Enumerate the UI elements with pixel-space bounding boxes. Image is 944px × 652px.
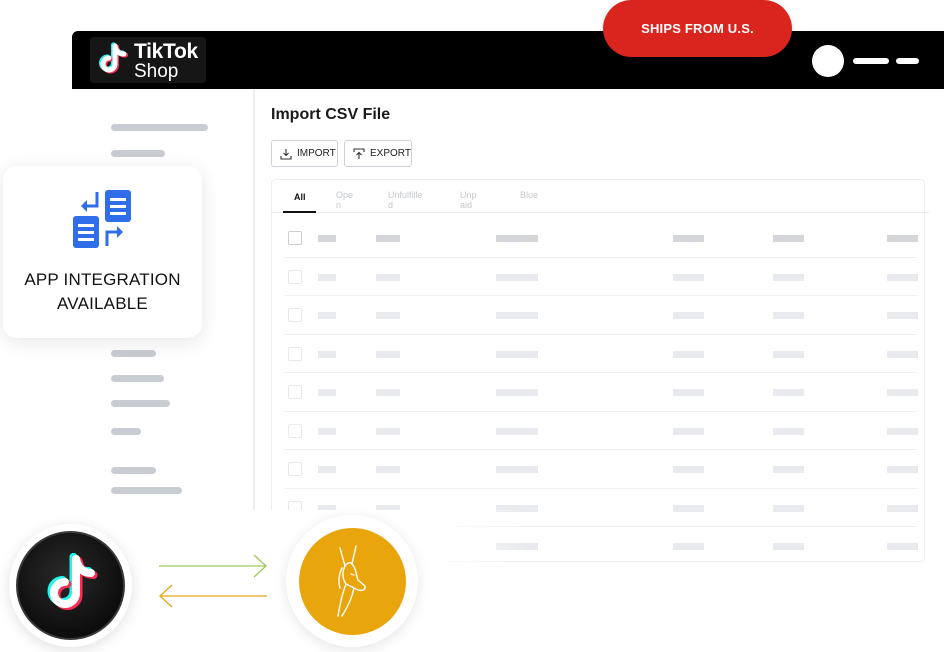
partner-app-badge-inner <box>299 528 406 635</box>
table-cell <box>673 274 704 281</box>
tiktok-app-badge-inner <box>16 531 125 640</box>
table-row-separator <box>285 334 917 335</box>
brand-name-shop: Shop <box>134 61 179 82</box>
row-checkbox[interactable] <box>288 270 302 284</box>
app-integration-card: APP INTEGRATION AVAILABLE <box>3 166 202 338</box>
table-cell <box>376 466 400 473</box>
table-cell <box>887 389 918 396</box>
table-header-cell <box>773 235 804 242</box>
top-header-bar: TikTok Shop <box>72 31 944 89</box>
sidebar-divider <box>253 89 255 510</box>
table-cell <box>496 389 538 396</box>
table-cell <box>773 312 804 319</box>
integration-caption-line2: AVAILABLE <box>57 294 148 313</box>
upload-tray-icon <box>353 147 365 159</box>
table-cell <box>318 274 336 281</box>
table-cell <box>887 351 918 358</box>
tiktok-logo-icon <box>99 42 128 74</box>
table-cell <box>318 466 336 473</box>
export-button-label: EXPORT <box>370 148 411 159</box>
tab-all[interactable]: All <box>294 192 306 202</box>
sidebar-item-placeholder[interactable] <box>111 150 165 157</box>
sidebar-item-placeholder[interactable] <box>111 467 156 474</box>
table-cell <box>496 312 538 319</box>
sidebar-item-placeholder[interactable] <box>111 487 182 494</box>
table-row-separator <box>285 295 917 296</box>
table-cell <box>318 389 336 396</box>
table-row-separator <box>285 449 917 450</box>
table-cell <box>673 466 704 473</box>
table-cell <box>773 351 804 358</box>
row-checkbox[interactable] <box>288 308 302 322</box>
table-cell <box>496 428 538 435</box>
tab-unpaid[interactable]: Unpaid <box>460 190 480 210</box>
row-checkbox[interactable] <box>288 347 302 361</box>
header-menu-placeholder-short[interactable] <box>896 58 919 64</box>
table-header-cell <box>887 235 918 242</box>
table-cell <box>318 351 336 358</box>
table-cell <box>887 274 918 281</box>
table-cell <box>673 351 704 358</box>
table-header-cell <box>318 235 336 242</box>
table-cell <box>376 312 400 319</box>
page-title: Import CSV File <box>271 106 391 123</box>
table-header-cell <box>496 235 538 242</box>
table-cell <box>773 428 804 435</box>
tab-blue[interactable]: Blue <box>520 190 538 200</box>
table-cell <box>376 428 400 435</box>
table-row-separator <box>285 411 917 412</box>
table-cell <box>376 351 400 358</box>
table-header-cell <box>673 235 704 242</box>
table-row-separator <box>285 488 917 489</box>
integration-caption-line1: APP INTEGRATION <box>24 270 181 289</box>
table-cell <box>673 428 704 435</box>
tiktok-logo-icon <box>47 553 98 610</box>
table-cell <box>887 466 918 473</box>
row-checkbox[interactable] <box>288 385 302 399</box>
table-cell <box>887 312 918 319</box>
import-button-label: IMPORT <box>297 148 336 159</box>
export-button[interactable]: EXPORT <box>344 140 412 167</box>
tiktok-shop-logo[interactable]: TikTok Shop <box>90 37 206 83</box>
bottom-fade-overlay <box>0 510 944 652</box>
sidebar-item-placeholder[interactable] <box>111 350 156 357</box>
sidebar-item-placeholder[interactable] <box>111 375 164 382</box>
tab-active-indicator <box>283 211 316 213</box>
tabs-divider <box>271 212 929 213</box>
table-cell <box>496 466 538 473</box>
sidebar-item-placeholder[interactable] <box>111 400 170 407</box>
user-avatar[interactable] <box>812 45 844 77</box>
table-cell <box>673 389 704 396</box>
header-menu-placeholder[interactable] <box>853 58 889 64</box>
ships-from-us-badge: SHIPS FROM U.S. <box>603 0 792 57</box>
row-checkbox[interactable] <box>288 424 302 438</box>
dog-logo-icon <box>337 545 366 617</box>
table-header-cell <box>376 235 400 242</box>
select-all-checkbox[interactable] <box>288 231 302 245</box>
table-cell <box>376 274 400 281</box>
table-row-separator <box>285 372 917 373</box>
table-cell <box>318 312 336 319</box>
table-row-separator <box>285 257 917 258</box>
download-tray-icon <box>280 148 292 160</box>
table-cell <box>496 351 538 358</box>
row-checkbox[interactable] <box>288 462 302 476</box>
table-cell <box>673 312 704 319</box>
table-cell <box>773 274 804 281</box>
table-cell <box>376 389 400 396</box>
table-cell <box>318 428 336 435</box>
orders-table-panel <box>271 179 925 562</box>
tab-open[interactable]: Open <box>336 190 354 210</box>
table-cell <box>496 274 538 281</box>
table-cell <box>773 389 804 396</box>
table-cell <box>773 466 804 473</box>
sidebar-item-placeholder[interactable] <box>111 124 208 131</box>
file-transfer-icon <box>73 190 131 248</box>
tab-unfulfilled[interactable]: Unfulfilled <box>388 190 424 210</box>
table-cell <box>887 428 918 435</box>
two-way-arrows-icon <box>159 554 267 608</box>
integration-caption: APP INTEGRATION AVAILABLE <box>3 268 202 316</box>
sidebar-item-placeholder[interactable] <box>111 428 141 435</box>
import-button[interactable]: IMPORT <box>271 140 338 167</box>
